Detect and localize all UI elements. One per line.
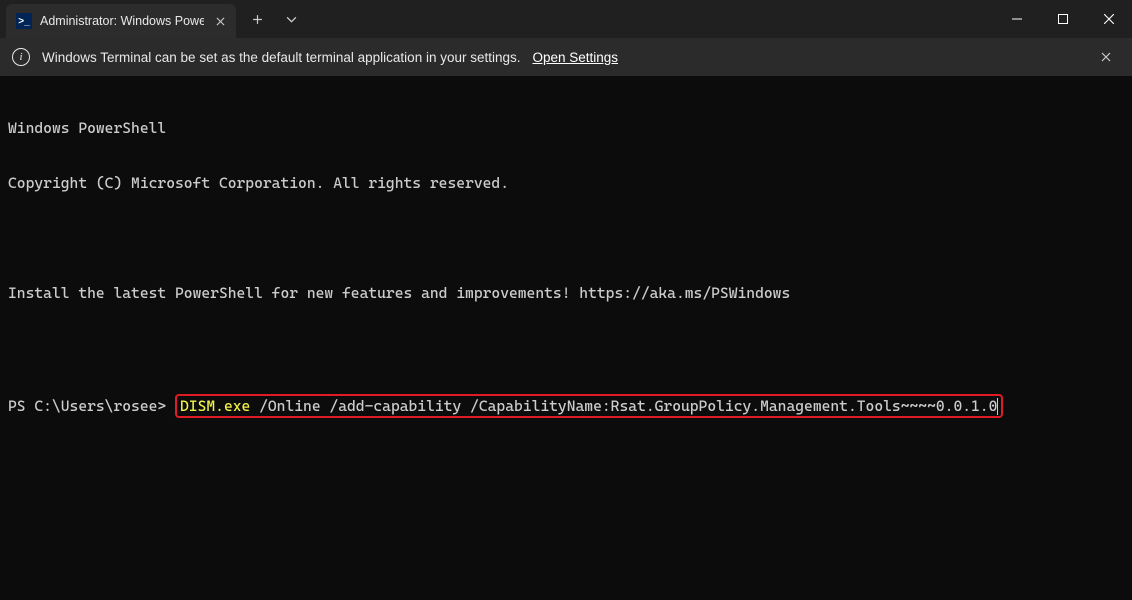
terminal-output[interactable]: Windows PowerShell Copyright (C) Microso…	[0, 76, 1132, 443]
powershell-icon: >_	[16, 13, 32, 29]
terminal-line: Copyright (C) Microsoft Corporation. All…	[8, 174, 1124, 193]
powershell-icon-glyph: >_	[18, 16, 29, 27]
tab-area: >_ Administrator: Windows PowerS	[0, 0, 994, 38]
tab-actions	[236, 0, 308, 38]
tab-dropdown-button[interactable]	[274, 2, 308, 36]
command-executable: DISM.exe	[180, 397, 250, 415]
infobar: i Windows Terminal can be set as the def…	[0, 38, 1132, 76]
infobar-close-button[interactable]	[1092, 43, 1120, 71]
infobar-message: Windows Terminal can be set as the defau…	[42, 50, 521, 65]
command-arguments: /Online /add-capability /CapabilityName:…	[250, 397, 997, 415]
maximize-button[interactable]	[1040, 0, 1086, 38]
terminal-blank	[8, 339, 1124, 358]
open-settings-link[interactable]: Open Settings	[533, 50, 619, 65]
tab-close-button[interactable]	[212, 13, 228, 29]
terminal-blank	[8, 229, 1124, 248]
terminal-line: Windows PowerShell	[8, 119, 1124, 138]
close-window-button[interactable]	[1086, 0, 1132, 38]
prompt-text: PS C:\Users\rosee>	[8, 397, 166, 415]
info-icon: i	[12, 48, 30, 66]
terminal-prompt-line: PS C:\Users\rosee> DISM.exe /Online /add…	[8, 394, 1124, 418]
new-tab-button[interactable]	[240, 2, 274, 36]
command-highlight-box: DISM.exe /Online /add-capability /Capabi…	[175, 394, 1003, 418]
window-controls	[994, 0, 1132, 38]
tab-powershell[interactable]: >_ Administrator: Windows PowerS	[6, 4, 236, 38]
tab-title: Administrator: Windows PowerS	[40, 14, 204, 28]
terminal-cursor	[997, 398, 998, 415]
minimize-button[interactable]	[994, 0, 1040, 38]
terminal-line: Install the latest PowerShell for new fe…	[8, 284, 1124, 303]
titlebar: >_ Administrator: Windows PowerS	[0, 0, 1132, 38]
